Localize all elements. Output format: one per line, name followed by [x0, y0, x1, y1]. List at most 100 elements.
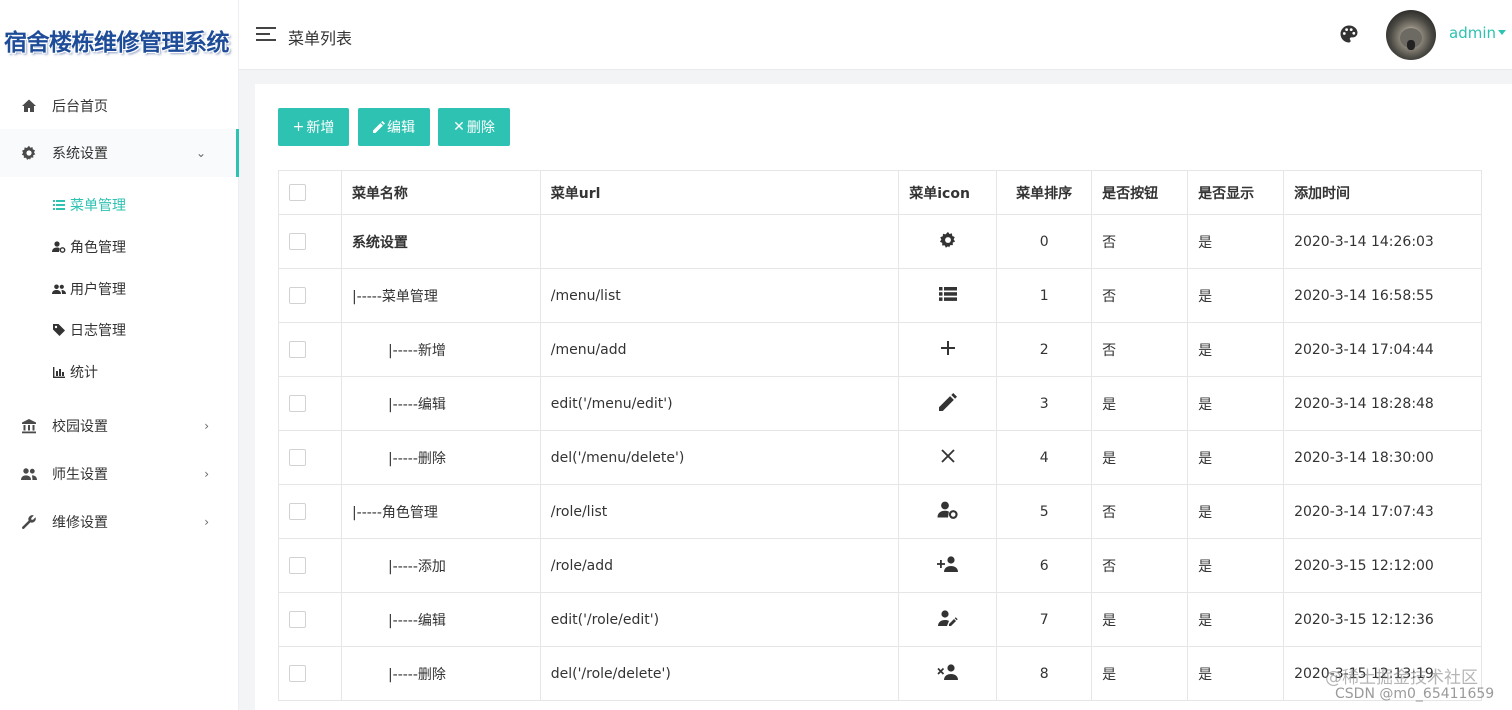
close-icon: ✕	[453, 119, 465, 135]
sidebar-subitem-statistics[interactable]: 统计	[52, 357, 98, 387]
add-time-cell: 2020-3-14 17:04:44	[1283, 322, 1482, 377]
menu-name-cell: |-----编辑	[340, 592, 541, 647]
is-button-cell: 否	[1091, 214, 1189, 269]
is-show-cell: 是	[1187, 322, 1285, 377]
menu-icon-cell	[898, 430, 998, 485]
is-show-cell: 是	[1187, 538, 1285, 593]
avatar[interactable]	[1386, 10, 1436, 60]
chevron-down-icon: ⌄	[195, 146, 206, 160]
menu-icon-cell	[898, 538, 998, 593]
delete-button[interactable]: ✕ 删除	[438, 108, 510, 146]
menu-url-cell: /menu/add	[539, 322, 900, 377]
menu-icon-cell	[898, 322, 998, 377]
add-button[interactable]: + 新增	[278, 108, 349, 146]
delete-button-label: 删除	[466, 120, 495, 136]
sidebar-item-repair-settings[interactable]: 维修设置 ›	[0, 498, 239, 546]
app-logo[interactable]: 宿舍楼栋维修管理系统	[0, 0, 238, 80]
row-checkbox[interactable]	[289, 341, 306, 358]
menu-sort-cell: 0	[996, 214, 1093, 269]
users-icon	[52, 282, 66, 296]
is-show-cell: 是	[1187, 646, 1285, 701]
sidebar: 宿舍楼栋维修管理系统 后台首页 系统设置 ⌄ 菜单管理 角色管理 用户管理 日志…	[0, 0, 239, 710]
menu-name-cell: |-----编辑	[340, 376, 541, 431]
is-show-cell: 是	[1187, 484, 1285, 539]
chevron-right-icon: ›	[204, 515, 209, 529]
sidebar-subitem-log-manage[interactable]: 日志管理	[52, 315, 126, 345]
row-checkbox[interactable]	[289, 395, 306, 412]
user-gear-icon	[937, 501, 959, 523]
menu-name-cell: |-----新增	[340, 322, 541, 377]
select-all-checkbox[interactable]	[289, 184, 306, 201]
table-row[interactable]: 系统设置 0 否 是 2020-3-14 14:26:03	[278, 214, 1482, 269]
user-name[interactable]: admin	[1449, 24, 1496, 42]
home-icon	[20, 97, 38, 115]
column-header[interactable]: 是否按钮	[1091, 170, 1189, 215]
sidebar-subitem-label: 日志管理	[70, 323, 126, 339]
add-time-cell: 2020-3-14 17:07:43	[1283, 484, 1482, 539]
add-time-cell: 2020-3-15 12:12:36	[1283, 592, 1482, 647]
is-button-cell: 是	[1091, 592, 1189, 647]
column-header[interactable]: 添加时间	[1283, 170, 1482, 215]
is-button-cell: 是	[1091, 646, 1189, 701]
bank-icon	[20, 417, 38, 435]
people-icon	[20, 465, 38, 483]
column-header[interactable]: 菜单icon	[898, 170, 998, 215]
page-title: 菜单列表	[288, 29, 353, 48]
menu-url-cell: edit('/role/edit')	[539, 592, 900, 647]
table-row[interactable]: |-----删除 del('/role/delete') 8 是 是 2020-…	[278, 646, 1482, 701]
table-row[interactable]: |-----添加 /role/add 6 否 是 2020-3-15 12:12…	[278, 538, 1482, 593]
menu-url-cell: /menu/list	[539, 268, 900, 323]
edit-button-label: 编辑	[387, 120, 415, 136]
menu-url-cell: del('/menu/delete')	[539, 430, 900, 485]
sidebar-item-home[interactable]: 后台首页	[0, 82, 239, 130]
is-button-cell: 否	[1091, 322, 1189, 377]
edit-button[interactable]: 编辑	[358, 108, 430, 146]
column-header[interactable]: 菜单url	[539, 170, 900, 215]
palette-icon[interactable]	[1339, 24, 1361, 46]
column-header[interactable]: 菜单名称	[340, 170, 541, 215]
sidebar-item-campus-settings[interactable]: 校园设置 ›	[0, 402, 239, 450]
row-checkbox[interactable]	[289, 557, 306, 574]
table-row[interactable]: |-----菜单管理 /menu/list 1 否 是 2020-3-14 16…	[278, 268, 1482, 323]
table-row[interactable]: |-----角色管理 /role/list 5 否 是 2020-3-14 17…	[278, 484, 1482, 539]
row-checkbox[interactable]	[289, 449, 306, 466]
row-checkbox[interactable]	[289, 611, 306, 628]
row-checkbox[interactable]	[289, 503, 306, 520]
sidebar-item-label: 系统设置	[52, 146, 108, 162]
sidebar-subitem-user-manage[interactable]: 用户管理	[52, 274, 126, 304]
sidebar-item-teacher-student-settings[interactable]: 师生设置 ›	[0, 450, 239, 498]
row-checkbox[interactable]	[289, 665, 306, 682]
column-header[interactable]: 菜单排序	[996, 170, 1093, 215]
sidebar-subitem-menu-manage[interactable]: 菜单管理	[52, 190, 126, 220]
is-button-cell: 是	[1091, 376, 1189, 431]
top-header: 菜单列表 admin	[239, 0, 1512, 70]
table-row[interactable]: |-----新增 /menu/add 2 否 是 2020-3-14 17:04…	[278, 322, 1482, 377]
menu-name-cell: |-----添加	[340, 538, 541, 593]
is-show-cell: 是	[1187, 430, 1285, 485]
menu-table: 菜单名称 菜单url 菜单icon 菜单排序 是否按钮 是否显示 添加时间 系统…	[278, 170, 1482, 701]
menu-sort-cell: 7	[996, 592, 1093, 647]
is-button-cell: 否	[1091, 538, 1189, 593]
sidebar-item-system-settings[interactable]: 系统设置 ⌄	[0, 129, 239, 177]
sidebar-subitem-label: 角色管理	[70, 240, 126, 256]
row-checkbox[interactable]	[289, 233, 306, 250]
column-header[interactable]: 是否显示	[1187, 170, 1285, 215]
bar-chart-icon	[52, 365, 66, 379]
menu-sort-cell: 5	[996, 484, 1093, 539]
plus-icon	[940, 340, 956, 360]
sidebar-subitem-label: 菜单管理	[70, 198, 126, 214]
caret-down-icon[interactable]	[1498, 30, 1506, 35]
table-row[interactable]: |-----编辑 edit('/menu/edit') 3 是 是 2020-3…	[278, 376, 1482, 431]
row-checkbox[interactable]	[289, 287, 306, 304]
add-time-cell: 2020-3-15 12:12:00	[1283, 538, 1482, 593]
sidebar-item-label: 校园设置	[52, 419, 108, 435]
menu-icon-cell	[898, 646, 998, 701]
table-row[interactable]: |-----编辑 edit('/role/edit') 7 是 是 2020-3…	[278, 592, 1482, 647]
table-row[interactable]: |-----删除 del('/menu/delete') 4 是 是 2020-…	[278, 430, 1482, 485]
menu-toggle-icon[interactable]	[256, 26, 278, 44]
sidebar-subitem-role-manage[interactable]: 角色管理	[52, 232, 126, 262]
list-icon	[52, 198, 66, 212]
menu-url-cell: del('/role/delete')	[539, 646, 900, 701]
sidebar-item-label: 后台首页	[52, 99, 108, 115]
menu-url-cell	[539, 214, 900, 269]
